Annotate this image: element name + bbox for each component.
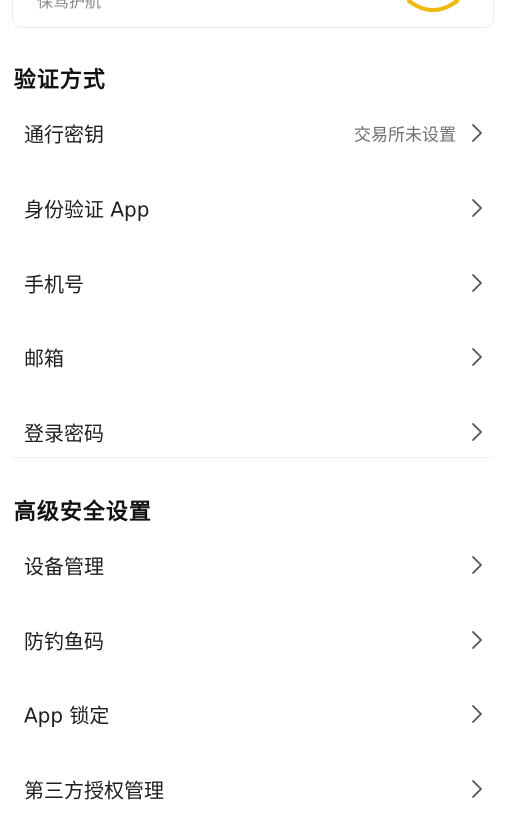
security-banner-card: 保驾护航 bbox=[12, 0, 494, 28]
chevron-right-icon bbox=[472, 423, 482, 441]
row-phone[interactable]: 手机号 bbox=[12, 246, 494, 320]
shield-badge-illustration bbox=[407, 0, 459, 12]
row-app-lock-label: App 锁定 bbox=[24, 703, 110, 728]
row-device-management-label: 设备管理 bbox=[24, 554, 104, 579]
row-email-label: 邮箱 bbox=[24, 346, 64, 371]
row-authenticator-app-label: 身份验证 App bbox=[24, 197, 150, 222]
chevron-right-icon bbox=[472, 556, 482, 574]
row-anti-phishing-code-label: 防钓鱼码 bbox=[24, 629, 104, 654]
row-third-party-authorization[interactable]: 第三方授权管理 bbox=[12, 752, 494, 826]
row-authenticator-app[interactable]: 身份验证 App bbox=[12, 171, 494, 245]
chevron-right-icon bbox=[472, 705, 482, 723]
chevron-right-icon bbox=[472, 348, 482, 366]
banner-card-text: 保驾护航 bbox=[37, 0, 102, 11]
chevron-right-icon bbox=[472, 124, 482, 142]
row-device-management[interactable]: 设备管理 bbox=[12, 528, 494, 602]
row-email[interactable]: 邮箱 bbox=[12, 320, 494, 394]
chevron-right-icon bbox=[472, 780, 482, 798]
row-passkey-status: 交易所未设置 bbox=[354, 125, 456, 146]
row-anti-phishing-code[interactable]: 防钓鱼码 bbox=[12, 603, 494, 677]
section-title-advanced-security: 高级安全设置 bbox=[14, 500, 153, 525]
row-passkey[interactable]: 通行密钥 交易所未设置 bbox=[12, 96, 494, 170]
row-passkey-label: 通行密钥 bbox=[24, 122, 104, 147]
row-third-party-authorization-label: 第三方授权管理 bbox=[24, 778, 164, 803]
section-title-verification: 验证方式 bbox=[14, 68, 107, 93]
chevron-right-icon bbox=[472, 274, 482, 292]
row-phone-label: 手机号 bbox=[24, 272, 84, 297]
row-app-lock[interactable]: App 锁定 bbox=[12, 677, 494, 751]
row-login-password-label: 登录密码 bbox=[24, 421, 104, 446]
section-divider bbox=[12, 457, 494, 458]
chevron-right-icon bbox=[472, 631, 482, 649]
chevron-right-icon bbox=[472, 199, 482, 217]
